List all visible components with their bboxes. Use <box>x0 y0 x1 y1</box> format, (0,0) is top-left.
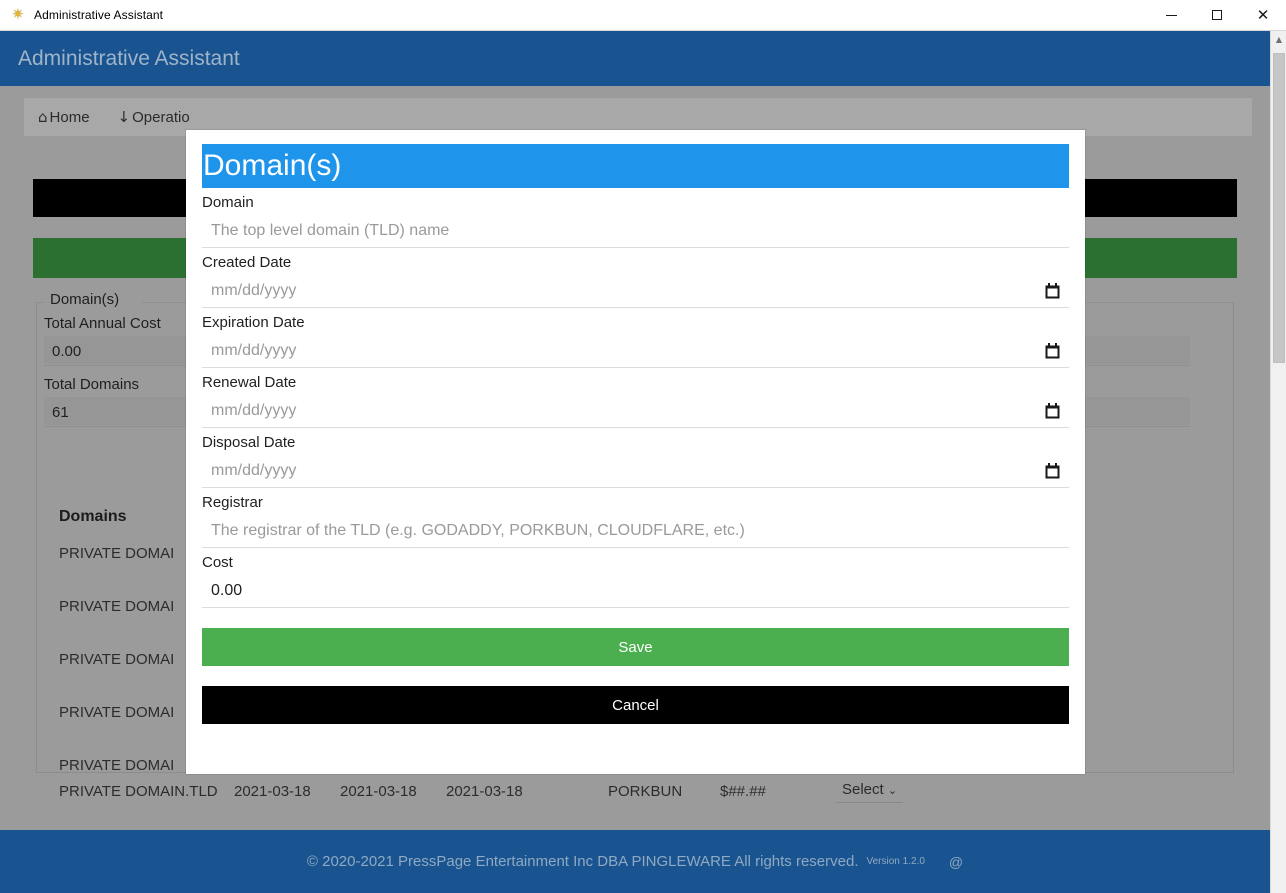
tab-home-label: Home <box>49 108 90 126</box>
calendar-icon[interactable] <box>1045 283 1060 299</box>
page-footer: © 2020-2021 PressPage Entertainment Inc … <box>0 830 1270 893</box>
stat-value-annual-cost: 0.00 <box>52 343 82 360</box>
minimize-icon <box>1165 14 1177 16</box>
window-title: Administrative Assistant <box>34 8 164 22</box>
modal-header: Domain(s) <box>202 144 1069 188</box>
table-row[interactable]: PRIVATE DOMAI <box>59 545 174 562</box>
chevron-down-icon: ⌄ <box>887 784 898 797</box>
field-cost: Cost 0.00 <box>202 548 1069 608</box>
domain-modal-dialog: Domain(s) Domain The top level domain (T… <box>186 130 1085 774</box>
expiration-date-input[interactable]: mm/dd/yyyy <box>202 342 296 360</box>
app-title: Administrative Assistant <box>18 46 240 70</box>
save-button[interactable]: Save <box>202 628 1069 666</box>
maximize-button[interactable] <box>1194 0 1240 31</box>
stat-label-total-domains: Total Domains <box>44 376 140 393</box>
domain-input[interactable]: The top level domain (TLD) name <box>202 222 449 240</box>
close-icon: ✕ <box>1256 5 1270 24</box>
footer-version: Version 1.2.0 <box>866 856 925 867</box>
stat-label-annual-cost: Total Annual Cost <box>44 315 161 332</box>
cell-created-date: 2021-03-18 <box>234 782 311 800</box>
disposal-date-input[interactable]: mm/dd/yyyy <box>202 462 296 480</box>
footer-copyright: © 2020-2021 PressPage Entertainment Inc … <box>306 853 859 870</box>
minimize-button[interactable] <box>1148 0 1194 31</box>
field-disposal-date: Disposal Date mm/dd/yyyy <box>202 428 1069 488</box>
maximize-icon <box>1212 10 1222 20</box>
calendar-icon[interactable] <box>1045 463 1060 479</box>
tab-operations-label: Operatio <box>132 108 190 126</box>
close-button[interactable]: ✕ <box>1240 0 1286 31</box>
calendar-icon[interactable] <box>1045 403 1060 419</box>
cell-expiration-date: 2021-03-18 <box>340 782 417 800</box>
domains-table-heading: Domains <box>59 508 127 525</box>
cell-cost: $##.## <box>720 782 766 800</box>
renewal-date-input[interactable]: mm/dd/yyyy <box>202 402 296 420</box>
page-body: Administrative Assistant ⌂ Home ↓ Operat… <box>0 31 1286 893</box>
calendar-icon[interactable] <box>1045 343 1060 359</box>
fieldset-legend: Domain(s) <box>44 291 126 308</box>
scroll-up-icon[interactable]: ▲ <box>1271 31 1286 48</box>
cell-domain-name: PRIVATE DOMAIN.TLD <box>59 782 218 800</box>
field-created-date: Created Date mm/dd/yyyy <box>202 248 1069 308</box>
field-registrar-label: Registrar <box>202 494 263 511</box>
created-date-input[interactable]: mm/dd/yyyy <box>202 282 296 300</box>
home-icon: ⌂ <box>38 108 48 126</box>
field-domain: Domain The top level domain (TLD) name <box>202 188 1069 248</box>
table-row[interactable]: PRIVATE DOMAIN.TLD 2021-03-18 2021-03-18… <box>59 779 904 803</box>
field-created-date-label: Created Date <box>202 254 292 271</box>
field-cost-label: Cost <box>202 554 233 571</box>
field-disposal-date-label: Disposal Date <box>202 434 296 451</box>
vertical-scrollbar[interactable]: ▲ <box>1270 31 1286 893</box>
scrollbar-thumb[interactable] <box>1273 53 1285 363</box>
modal-title: Domain(s) <box>203 149 342 182</box>
cell-renewal-date: 2021-03-18 <box>446 782 523 800</box>
application-window: ✴ Administrative Assistant ✕ Administrat… <box>0 0 1286 893</box>
stat-value-total-domains: 61 <box>52 404 69 421</box>
table-row[interactable]: PRIVATE DOMAI <box>59 757 174 774</box>
app-header: Administrative Assistant <box>0 31 1270 86</box>
window-controls: ✕ <box>1148 0 1286 31</box>
table-row[interactable]: PRIVATE DOMAI <box>59 704 174 721</box>
table-row[interactable]: PRIVATE DOMAI <box>59 651 174 668</box>
field-registrar: Registrar The registrar of the TLD (e.g.… <box>202 488 1069 548</box>
window-titlebar: ✴ Administrative Assistant ✕ <box>0 0 1286 31</box>
field-expiration-date-label: Expiration Date <box>202 314 305 331</box>
field-renewal-date: Renewal Date mm/dd/yyyy <box>202 368 1069 428</box>
registrar-input[interactable]: The registrar of the TLD (e.g. GODADDY, … <box>202 522 745 540</box>
cell-registrar: PORKBUN <box>608 782 683 800</box>
cancel-button[interactable]: Cancel <box>202 686 1069 724</box>
field-domain-label: Domain <box>202 194 254 211</box>
tab-home[interactable]: ⌂ Home <box>24 98 104 136</box>
cost-input[interactable]: 0.00 <box>202 582 242 600</box>
email-at-icon[interactable]: @ <box>949 854 963 870</box>
table-row[interactable]: PRIVATE DOMAI <box>59 598 174 615</box>
field-renewal-date-label: Renewal Date <box>202 374 297 391</box>
star-icon: ✴ <box>11 6 25 23</box>
download-icon: ↓ <box>117 108 131 126</box>
select-label: Select <box>842 781 884 798</box>
field-expiration-date: Expiration Date mm/dd/yyyy <box>202 308 1069 368</box>
row-action-select[interactable]: Select ⌄ <box>836 779 904 803</box>
